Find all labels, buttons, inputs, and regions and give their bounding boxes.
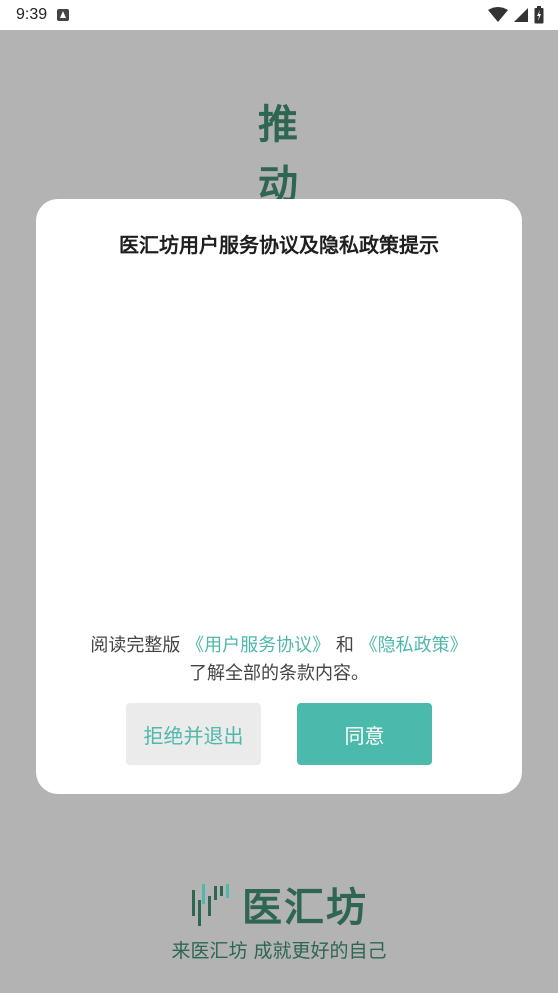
agree-button[interactable]: 同意	[297, 703, 432, 765]
dialog-title: 医汇坊用户服务协议及隐私政策提示	[119, 233, 439, 257]
read-prefix: 阅读完整版	[90, 635, 181, 656]
brand-name: 医汇坊	[242, 885, 368, 931]
and-text: 和	[335, 635, 354, 656]
privacy-policy-link[interactable]: 《隐私政策》	[360, 635, 468, 656]
wifi-icon	[488, 7, 508, 22]
privacy-dialog: 医汇坊用户服务协议及隐私政策提示 阅读完整版 《用户服务协议》 和 《隐私政策》…	[36, 199, 522, 794]
logo-icon	[192, 884, 229, 926]
brand-logo: 医汇坊	[0, 875, 558, 933]
status-right	[488, 6, 544, 24]
status-time: 9:39	[16, 6, 48, 23]
read-suffix: 了解全部的条款内容。	[189, 663, 369, 684]
background-calligraphy: 推 动	[248, 95, 308, 215]
signal-icon	[514, 8, 528, 22]
refuse-exit-button[interactable]: 拒绝并退出	[126, 703, 261, 765]
user-agreement-link[interactable]: 《用户服务协议》	[186, 635, 330, 656]
notification-icon	[57, 9, 70, 21]
battery-icon	[534, 6, 544, 24]
read-full-text: 阅读完整版 《用户服务协议》 和 《隐私政策》	[36, 631, 522, 657]
status-bar: 9:39	[0, 0, 558, 30]
status-left: 9:39	[16, 6, 70, 24]
calligraphy-char: 推	[258, 101, 298, 148]
brand-slogan: 来医汇坊 成就更好的自己	[171, 940, 387, 962]
